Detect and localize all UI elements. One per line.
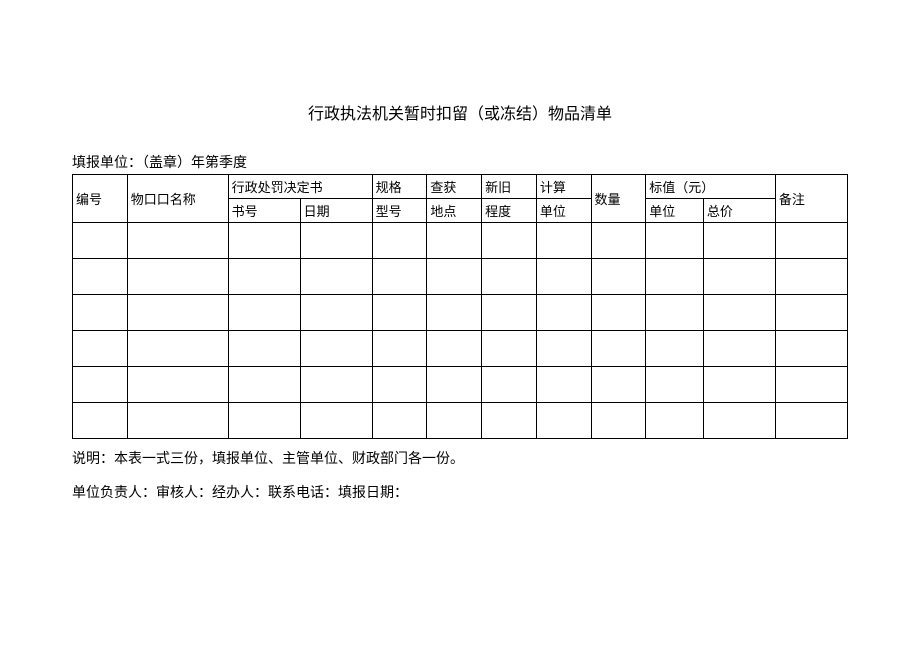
table-row (73, 367, 848, 403)
table-row (73, 259, 848, 295)
th-spec: 规格 (372, 175, 427, 199)
table-row (73, 223, 848, 259)
th-place: 地点 (427, 199, 482, 223)
th-unit2: 单位 (536, 199, 591, 223)
th-date: 日期 (300, 199, 372, 223)
filling-unit-line: 填报单位：（盖章）年第季度 (72, 152, 848, 172)
th-decision-book: 行政处罚决定书 (228, 175, 372, 199)
th-note: 备注 (775, 175, 847, 223)
table-row (73, 403, 848, 439)
th-calc-unit: 计算 (536, 175, 591, 199)
table-row (73, 331, 848, 367)
document-title: 行政执法机关暂时扣留（或冻结）物品清单 (72, 100, 848, 124)
signature-line: 单位负责人：审核人：经办人：联系电话：填报日期： (72, 477, 848, 511)
th-total: 总价 (703, 199, 775, 223)
th-value-group: 标值（元） (646, 175, 776, 199)
table-row (73, 295, 848, 331)
th-degree: 程度 (482, 199, 537, 223)
th-book-no: 书号 (228, 199, 300, 223)
th-loc: 查获 (427, 175, 482, 199)
th-item-name: 物口口名称 (127, 175, 228, 223)
th-number: 编号 (73, 175, 128, 223)
items-table: 编号 物口口名称 行政处罚决定书 规格 查获 新旧 计算 数量 标值（元） 备注… (72, 174, 848, 439)
th-qty: 数量 (591, 175, 646, 223)
form-description: 说明：本表一式三份，填报单位、主管单位、财政部门各一份。 (72, 443, 848, 477)
th-cond: 新旧 (482, 175, 537, 199)
th-value-unit: 单位 (646, 199, 704, 223)
th-model: 型号 (372, 199, 427, 223)
